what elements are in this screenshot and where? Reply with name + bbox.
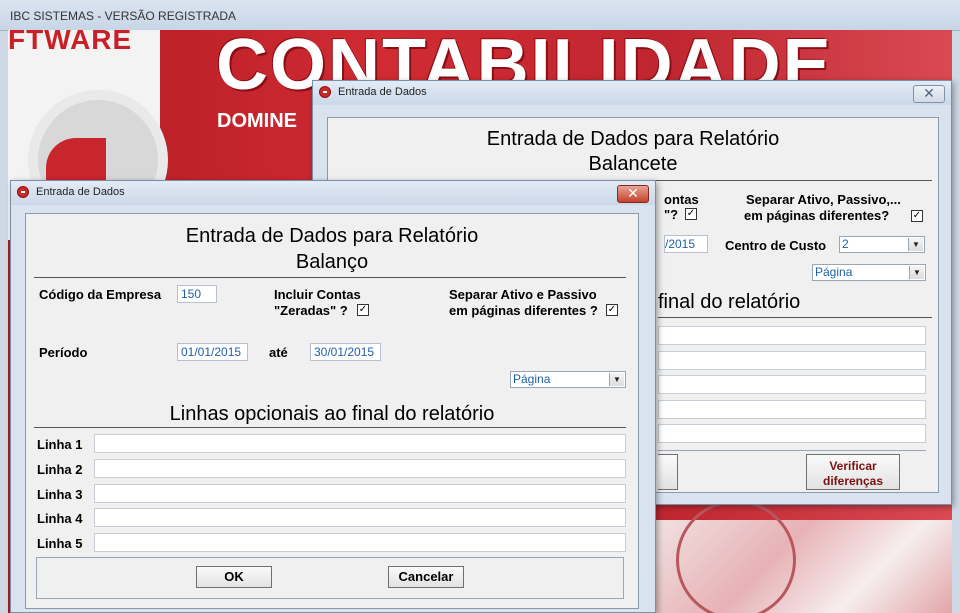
include-zero-checkbox[interactable]: ✓: [357, 304, 369, 316]
date-from-input[interactable]: 01/01/2015: [177, 343, 248, 361]
line-2-label: Linha 2: [37, 462, 83, 477]
dialog-balancete-title-bar[interactable]: Entrada de Dados ✕: [313, 81, 951, 105]
line-input[interactable]: [658, 424, 926, 443]
divider: [658, 317, 932, 318]
dialog-balanco: Entrada de Dados ✕ Entrada de Dados para…: [10, 180, 656, 613]
lines-heading-partial: final do relatório: [658, 291, 801, 313]
verify-differences-button[interactable]: Verificar diferenças: [806, 454, 900, 490]
separate-label: Separar Ativo, Passivo,... em páginas di…: [744, 192, 936, 224]
line-input[interactable]: [658, 400, 926, 419]
report-type: Balancete: [588, 153, 678, 175]
chevron-down-icon[interactable]: ▼: [609, 373, 624, 386]
divider: [34, 427, 626, 428]
centro-custo-select[interactable]: 2 ▼: [839, 236, 925, 253]
report-heading: Entrada de Dados para Relatório: [185, 225, 479, 247]
banner-subtitle: DOMINE: [217, 110, 297, 132]
line-input[interactable]: [658, 326, 926, 345]
separate-label-line1: Separar Ativo, Passivo,...: [746, 192, 901, 207]
report-heading: Entrada de Dados para Relatório: [486, 128, 780, 150]
dialog-title: Entrada de Dados: [338, 86, 427, 98]
optional-lines-heading: Linhas opcionais ao final do relatório: [169, 403, 495, 425]
separate-checkbox[interactable]: ✓: [911, 210, 923, 222]
page-select-value: Página: [513, 372, 551, 386]
dialog-title: Entrada de Dados: [36, 186, 125, 198]
chevron-down-icon[interactable]: ▼: [908, 238, 923, 251]
include-zero-label: Incluir Contas "Zeradas" ?: [274, 287, 361, 319]
close-icon[interactable]: ✕: [913, 85, 945, 103]
button-bar: [36, 557, 624, 599]
line-input[interactable]: [658, 351, 926, 370]
background-decoration: [656, 500, 952, 613]
include-zero-checkbox[interactable]: ✓: [685, 208, 697, 220]
company-code-label: Código da Empresa: [39, 287, 162, 302]
separate-assets-label-line2: em páginas diferentes ?: [449, 303, 598, 318]
cancel-button[interactable]: Cancelar: [388, 566, 464, 588]
include-zero-label-line2: "Zeradas" ?: [274, 303, 348, 318]
line-3-input[interactable]: [94, 484, 626, 503]
chevron-down-icon[interactable]: ▼: [909, 266, 924, 279]
line-3-label: Linha 3: [37, 487, 83, 502]
include-label-partial-2: "?: [664, 207, 679, 222]
button-bar-border: [658, 450, 926, 451]
close-icon[interactable]: ✕: [617, 185, 649, 203]
include-zero-label-line1: Incluir Contas: [274, 287, 361, 302]
separate-assets-checkbox[interactable]: ✓: [606, 304, 618, 316]
page-select[interactable]: Página ▼: [510, 371, 626, 388]
line-2-input[interactable]: [94, 459, 626, 478]
separate-label-line2: em páginas diferentes?: [744, 208, 890, 223]
app-icon: [17, 186, 29, 198]
period-label: Período: [39, 345, 88, 360]
company-code-input[interactable]: 150: [177, 285, 217, 303]
include-label-partial: ontas: [664, 192, 699, 207]
app-icon: [319, 86, 331, 98]
verify-label-line2: diferenças: [822, 474, 884, 488]
centro-custo-value: 2: [842, 237, 849, 251]
line-1-label: Linha 1: [37, 437, 83, 452]
decoration-arc: [676, 500, 796, 613]
banner-logo-text: FTWARE: [8, 30, 133, 55]
until-label: até: [269, 345, 288, 360]
ok-button[interactable]: OK: [196, 566, 272, 588]
hidden-button-edge[interactable]: [658, 454, 678, 490]
line-5-input[interactable]: [94, 533, 626, 552]
divider: [34, 277, 626, 278]
app-title-bar: IBC SISTEMAS - VERSÃO REGISTRADA: [0, 0, 960, 31]
centro-custo-label: Centro de Custo: [725, 238, 827, 253]
line-1-input[interactable]: [94, 434, 626, 453]
line-4-label: Linha 4: [37, 511, 83, 526]
separate-assets-label: Separar Ativo e Passivo em páginas difer…: [449, 287, 598, 319]
report-type: Balanço: [295, 251, 369, 273]
separate-assets-label-line1: Separar Ativo e Passivo: [449, 287, 597, 302]
app-title: IBC SISTEMAS - VERSÃO REGISTRADA: [10, 9, 237, 23]
page-select-value: Página: [815, 265, 853, 279]
dialog-balanco-panel: Entrada de Dados para Relatório Balanço …: [25, 213, 639, 609]
line-input[interactable]: [658, 375, 926, 394]
page-select[interactable]: Página ▼: [812, 264, 926, 281]
dialog-balanco-title-bar[interactable]: Entrada de Dados ✕: [11, 181, 655, 205]
date-to-input[interactable]: 30/01/2015: [310, 343, 381, 361]
line-4-input[interactable]: [94, 508, 626, 527]
date-to-field[interactable]: /2015: [664, 235, 708, 253]
verify-label-line1: Verificar: [829, 459, 877, 473]
line-5-label: Linha 5: [37, 536, 83, 551]
